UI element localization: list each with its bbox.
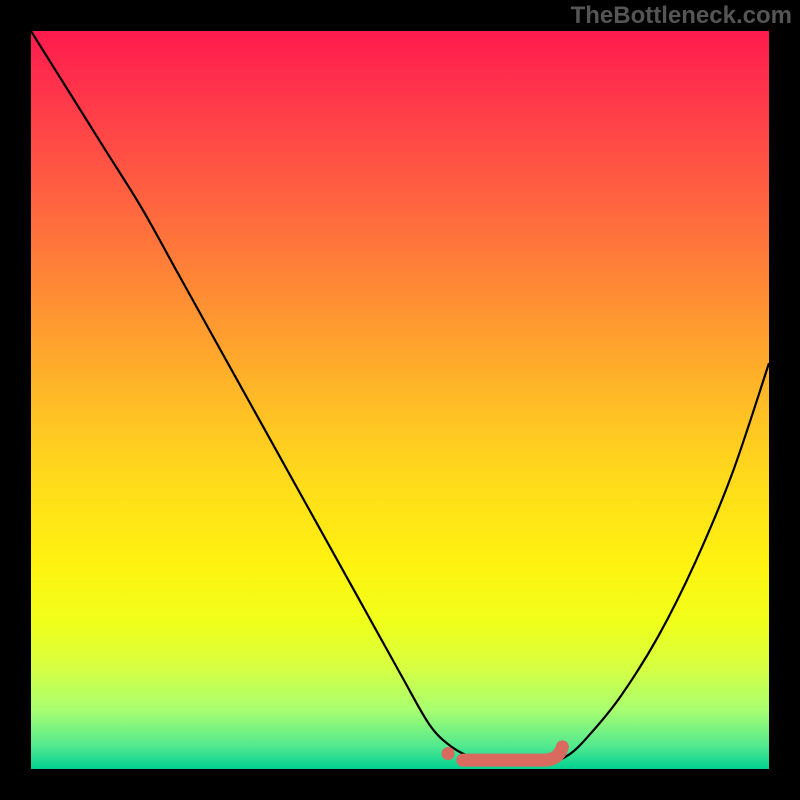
highlight-dot (442, 747, 455, 760)
plot-area (31, 31, 769, 769)
chart-container: TheBottleneck.com (0, 0, 800, 800)
highlight-markers (442, 747, 563, 760)
bottleneck-curve (31, 31, 769, 765)
watermark-text: TheBottleneck.com (571, 2, 792, 30)
chart-svg (31, 31, 769, 769)
highlight-band (463, 747, 563, 760)
